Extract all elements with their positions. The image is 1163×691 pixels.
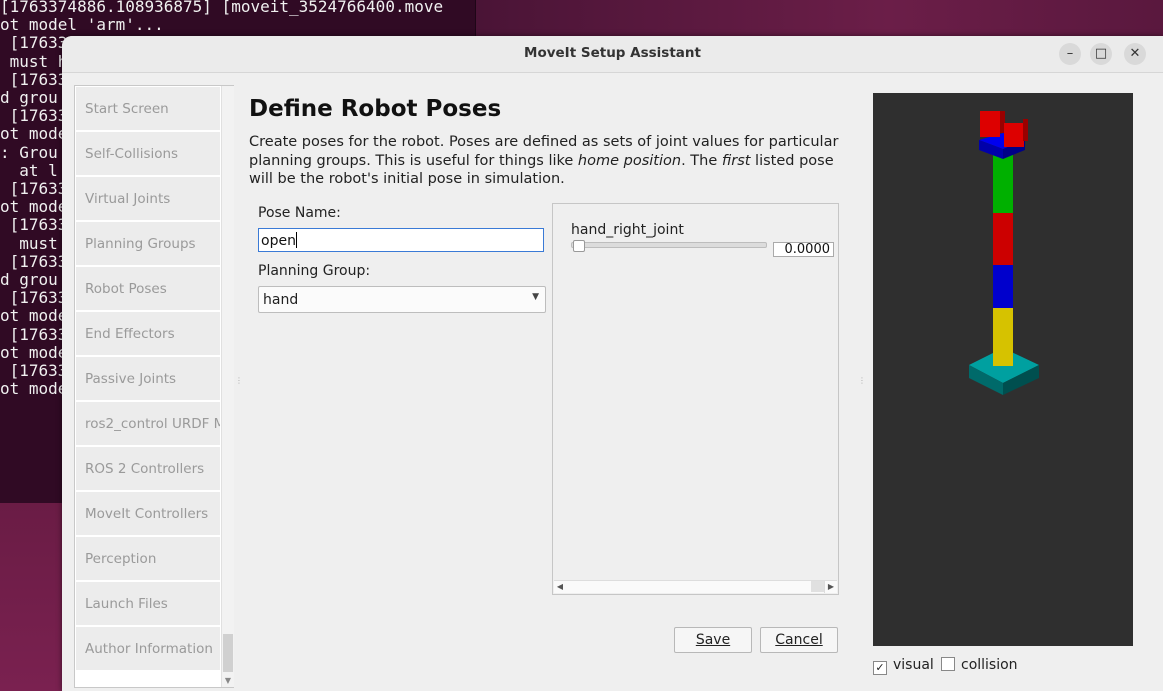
- collision-checkbox[interactable]: collision: [941, 657, 1018, 673]
- splitter-handle-left[interactable]: ⋮: [235, 376, 243, 385]
- splitter-handle-right[interactable]: ⋮: [858, 376, 866, 385]
- scroll-left-arrow-icon[interactable]: ◀: [554, 581, 566, 593]
- robot-3d-viewer[interactable]: [873, 93, 1133, 646]
- joint-slider[interactable]: [571, 242, 767, 248]
- cancel-button[interactable]: Cancel: [760, 627, 838, 653]
- nav-item-end-effectors[interactable]: End Effectors: [76, 312, 220, 356]
- save-button[interactable]: Save: [674, 627, 752, 653]
- scroll-right-arrow-icon[interactable]: ▶: [824, 581, 837, 593]
- nav-item-ros2-controllers[interactable]: ROS 2 Controllers: [76, 447, 220, 491]
- maximize-button[interactable]: □: [1090, 43, 1112, 65]
- nav-item-author-information[interactable]: Author Information: [76, 627, 220, 671]
- visual-checkbox-label: visual: [893, 657, 934, 673]
- joint-name-label: hand_right_joint: [571, 222, 684, 238]
- planning-group-select[interactable]: hand ▼: [258, 286, 546, 313]
- scroll-down-arrow-icon[interactable]: ▼: [222, 675, 234, 687]
- sidebar-scroll-thumb[interactable]: [223, 634, 233, 672]
- nav-item-moveit-controllers[interactable]: MoveIt Controllers: [76, 492, 220, 536]
- nav-item-virtual-joints[interactable]: Virtual Joints: [76, 177, 220, 221]
- robot-finger-left: [980, 111, 1000, 137]
- robot-link-blue: [993, 263, 1013, 308]
- nav-item-perception[interactable]: Perception: [76, 537, 220, 581]
- robot-link-red: [993, 211, 1013, 265]
- planning-group-label: Planning Group:: [258, 263, 371, 279]
- horizontal-scroll-thumb[interactable]: [811, 581, 825, 592]
- joint-values-panel: hand_right_joint 0.0000 ◀ ▶: [552, 203, 839, 595]
- collision-checkbox-label: collision: [961, 657, 1018, 673]
- pose-name-label: Pose Name:: [258, 205, 341, 221]
- nav-item-self-collisions[interactable]: Self-Collisions: [76, 132, 220, 176]
- visual-checkbox[interactable]: ✓ visual: [873, 657, 934, 675]
- page-description: Create poses for the robot. Poses are de…: [249, 134, 839, 187]
- robot-link-yellow: [993, 306, 1013, 366]
- planning-group-value: hand: [263, 292, 299, 308]
- chevron-down-icon: ▼: [532, 292, 539, 302]
- horizontal-scrollbar[interactable]: ◀ ▶: [554, 580, 837, 593]
- nav-item-launch-files[interactable]: Launch Files: [76, 582, 220, 626]
- collision-checkbox-box[interactable]: [941, 657, 955, 671]
- desktop-background-lower: [0, 503, 63, 691]
- pose-name-input[interactable]: open: [258, 228, 544, 252]
- setup-assistant-window: MoveIt Setup Assistant – □ ✕ Start Scree…: [62, 36, 1163, 691]
- nav-item-ros2-control[interactable]: ros2_control URDF Modifications: [76, 402, 220, 446]
- window-title: MoveIt Setup Assistant: [524, 45, 701, 61]
- navigation-sidebar: Start Screen Self-Collisions Virtual Joi…: [74, 85, 234, 688]
- joint-value-field[interactable]: 0.0000: [773, 242, 834, 257]
- nav-item-start-screen[interactable]: Start Screen: [76, 87, 220, 131]
- nav-item-planning-groups[interactable]: Planning Groups: [76, 222, 220, 266]
- page-title: Define Robot Poses: [249, 96, 502, 122]
- title-bar[interactable]: MoveIt Setup Assistant – □ ✕: [62, 36, 1163, 73]
- save-button-label: Save: [695, 632, 731, 648]
- robot-finger-right: [1004, 123, 1024, 147]
- joint-slider-handle[interactable]: [573, 240, 585, 252]
- desktop-background: [476, 0, 1163, 40]
- visual-checkbox-box[interactable]: ✓: [873, 661, 887, 675]
- robot-finger-right-side: [1023, 119, 1028, 141]
- close-button[interactable]: ✕: [1124, 43, 1146, 65]
- robot-model-render: [969, 111, 1039, 395]
- nav-item-robot-poses[interactable]: Robot Poses: [76, 267, 220, 311]
- cancel-button-label: Cancel: [775, 632, 823, 648]
- minimize-button[interactable]: –: [1059, 43, 1081, 65]
- sidebar-scrollbar[interactable]: ▼: [221, 86, 234, 687]
- robot-link-green: [993, 155, 1013, 213]
- nav-item-passive-joints[interactable]: Passive Joints: [76, 357, 220, 401]
